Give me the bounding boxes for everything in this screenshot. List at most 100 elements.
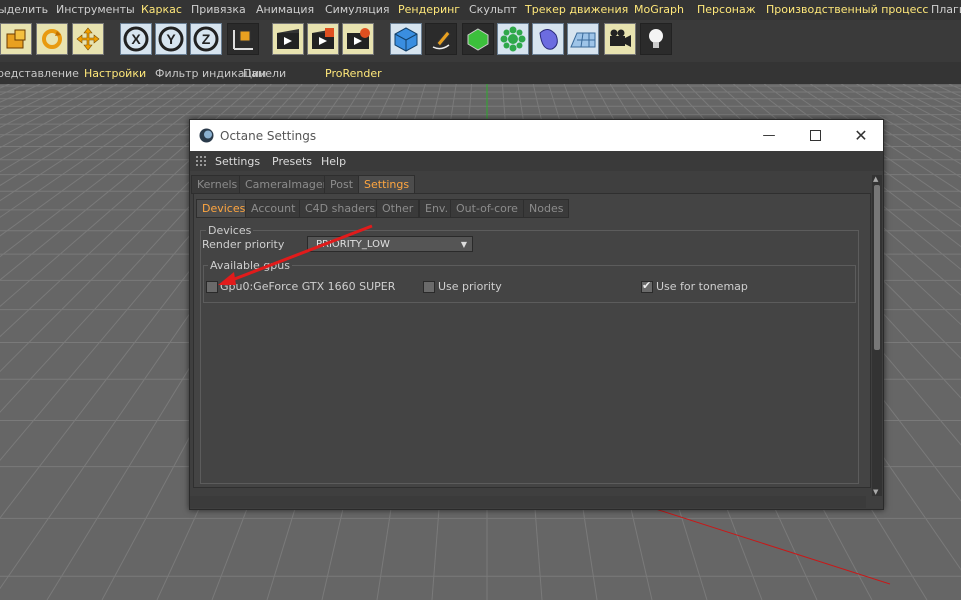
tab-account[interactable]: Account (245, 199, 302, 218)
menu-item-0[interactable]: ыделить (0, 3, 48, 16)
grid-line (917, 84, 961, 105)
grid-line (0, 84, 103, 138)
grid-line (948, 84, 961, 90)
cloner-icon (500, 26, 526, 52)
tab-devices[interactable]: Devices (196, 199, 252, 218)
close-button[interactable]: ✕ (838, 120, 884, 151)
viewport-menu-item-4[interactable]: ProRender (325, 67, 382, 80)
move-tool-button[interactable] (72, 23, 104, 55)
tab-out-of-core[interactable]: Out-of-core (450, 199, 524, 218)
light-button[interactable] (640, 23, 672, 55)
x-axis-icon: X (123, 26, 149, 52)
render-view-icon (277, 29, 299, 49)
menu-item-9[interactable]: MoGraph (634, 3, 684, 16)
use-for-tonemap-checkbox[interactable] (641, 279, 653, 293)
menu-item-11[interactable]: Производственный процесс (766, 3, 928, 16)
render-priority-select[interactable]: PRIORITY_LOW ▼ (307, 236, 473, 252)
gpu0-checkbox[interactable] (206, 281, 218, 293)
grid-line (0, 84, 26, 96)
coordinate-system-icon (233, 30, 253, 50)
cube-icon (394, 27, 418, 52)
render-picture-viewer-button[interactable] (307, 23, 339, 55)
render-picture-viewer-icon (312, 28, 334, 49)
menu-item-1[interactable]: Инструменты (56, 3, 135, 16)
grid-line (0, 84, 10, 89)
menu-help[interactable]: Help (321, 155, 346, 168)
tab-env[interactable]: Env. (419, 199, 455, 218)
chevron-down-icon: ▼ (460, 240, 467, 249)
coordinate-system-button[interactable] (227, 23, 259, 55)
gpu0-label: Gpu0:GeForce GTX 1660 SUPER (220, 280, 396, 293)
horizontal-scrollbar[interactable] (190, 496, 866, 508)
rotate-icon (42, 29, 62, 49)
tab-c4d-shaders[interactable]: C4D shaders (299, 199, 382, 218)
menu-item-8[interactable]: Трекер движения (525, 3, 628, 16)
camera-button[interactable] (604, 23, 636, 55)
x-axis-label: X (131, 31, 141, 47)
menu-item-4[interactable]: Анимация (256, 3, 314, 16)
subdivision-icon (467, 28, 489, 51)
viewport-menu-item-3[interactable]: Панели (243, 67, 286, 80)
y-axis-button[interactable]: Y (155, 23, 187, 55)
menu-item-5[interactable]: Симуляция (325, 3, 390, 16)
y-axis-icon: Y (158, 26, 184, 52)
cube-object-button[interactable] (390, 23, 422, 55)
grid-line (0, 84, 57, 111)
viewport-menubar: редставление Настройки Фильтр индикации Пан… (0, 62, 961, 84)
move-icon (76, 27, 100, 51)
tab-kernels[interactable]: Kernels (191, 175, 244, 194)
available-gpus-label: Available gpus (208, 259, 292, 272)
dialog-menubar: Settings Presets Help (190, 151, 883, 171)
viewport-menu-item-0[interactable]: редставление (0, 67, 79, 80)
floor-button[interactable] (567, 23, 599, 55)
vertical-scrollbar[interactable]: ▲ ▼ (872, 175, 882, 496)
menu-settings[interactable]: Settings (215, 155, 260, 168)
viewport-menu-item-1[interactable]: Настройки (84, 67, 146, 80)
devices-group-label: Devices (206, 224, 254, 237)
deformer-icon (539, 29, 558, 50)
floor-icon (570, 32, 596, 48)
menu-item-10[interactable]: Персонаж (697, 3, 756, 16)
light-icon (649, 29, 663, 48)
x-axis-button[interactable]: X (120, 23, 152, 55)
tab-settings[interactable]: Settings (358, 175, 416, 194)
close-icon: ✕ (854, 126, 868, 145)
y-axis-label: Y (166, 31, 176, 47)
menu-item-3[interactable]: Привязка (191, 3, 246, 16)
tab-other[interactable]: Other (376, 199, 420, 218)
pen-tool-button[interactable] (425, 23, 457, 55)
grid-line (0, 84, 180, 202)
tab-cameraimager[interactable]: CameraImager (239, 175, 334, 194)
use-priority-checkbox[interactable] (423, 281, 435, 293)
grid-line (0, 84, 211, 237)
maximize-button[interactable] (792, 120, 838, 151)
cloner-button[interactable] (497, 23, 529, 55)
tab-nodes[interactable]: Nodes (523, 199, 570, 218)
grid-line (887, 84, 961, 122)
render-view-button[interactable] (272, 23, 304, 55)
grid-line (902, 84, 961, 113)
grid-line (0, 84, 87, 128)
menu-item-6[interactable]: Рендеринг (398, 3, 460, 16)
scrollbar-thumb[interactable] (874, 185, 880, 350)
deformer-button[interactable] (532, 23, 564, 55)
render-settings-button[interactable] (342, 23, 374, 55)
menu-item-2[interactable]: Каркас (141, 3, 182, 16)
scale-tool-button[interactable] (0, 23, 32, 55)
main-toolbar: X Y Z (0, 20, 961, 62)
menu-presets[interactable]: Presets (272, 155, 312, 168)
z-axis-button[interactable]: Z (190, 23, 222, 55)
scroll-down-icon[interactable]: ▼ (873, 488, 878, 496)
rotate-tool-button[interactable] (36, 23, 68, 55)
x-axis-line (639, 503, 891, 585)
menu-item-7[interactable]: Скульпт (469, 3, 517, 16)
scroll-up-icon[interactable]: ▲ (873, 175, 878, 183)
menu-item-12[interactable]: Плаги (931, 3, 961, 16)
subdivision-button[interactable] (462, 23, 494, 55)
minimize-button[interactable]: — (746, 120, 792, 151)
octane-logo-icon (199, 128, 214, 143)
dialog-titlebar[interactable]: Octane Settings — ✕ (190, 120, 883, 151)
z-axis-label: Z (202, 31, 211, 47)
octane-settings-dialog: Octane Settings — ✕ Settings Presets Hel… (189, 119, 884, 510)
tab-post[interactable]: Post (324, 175, 360, 194)
